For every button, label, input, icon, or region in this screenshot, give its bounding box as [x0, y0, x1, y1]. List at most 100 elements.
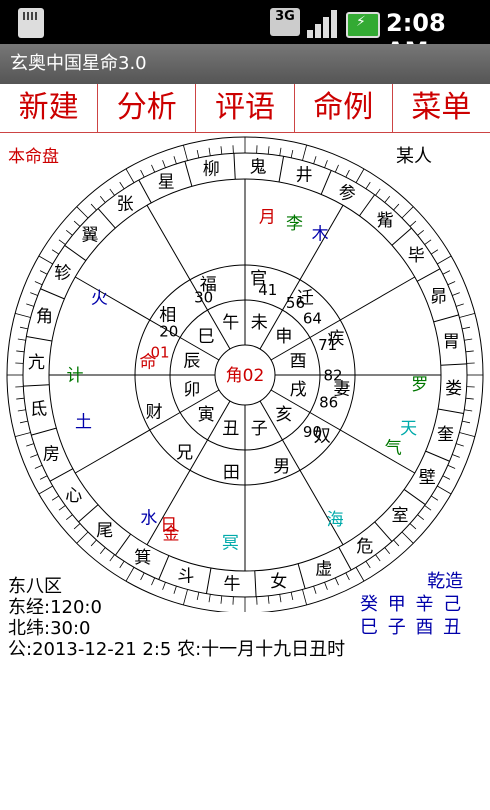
bazi-panel: 乾造 癸 甲 辛 己 巳 子 酉 丑 [360, 570, 463, 639]
mansion-label: 危 [356, 537, 373, 557]
network-3g-icon: 3G [270, 8, 300, 36]
planet-李: 李 [286, 214, 303, 234]
branch-label: 酉 [290, 352, 307, 372]
tick-mark [34, 281, 43, 286]
menu-examples-button[interactable]: 命例 [293, 84, 392, 132]
tick-mark [465, 350, 474, 353]
mansion-divider [97, 208, 116, 229]
latitude: 北纬:30:0 [8, 618, 91, 639]
age-label: 20 [159, 322, 178, 340]
tick-mark [34, 464, 43, 469]
tick-mark [58, 505, 66, 511]
planet-计: 计 [67, 366, 84, 386]
tick-mark [464, 409, 473, 412]
mansion-label: 柳 [203, 160, 220, 180]
tick-mark [16, 397, 25, 400]
mansion-label: 壁 [419, 468, 436, 488]
tick-mark [462, 326, 471, 330]
tick-mark [267, 146, 270, 155]
tick-mark [456, 303, 464, 307]
mansion-label: 参 [339, 184, 356, 204]
tick-mark [290, 149, 294, 158]
tick-mark [76, 531, 89, 544]
tick-mark [459, 313, 475, 318]
menu-comment-button[interactable]: 评语 [195, 84, 293, 132]
tick-mark [375, 188, 381, 196]
tick-mark [26, 303, 34, 307]
tick-mark [66, 514, 73, 521]
mansion-divider [320, 170, 332, 195]
sd-card-icon [18, 8, 44, 38]
branch-label: 子 [251, 419, 268, 439]
tick-mark [452, 454, 460, 458]
planet-木: 木 [312, 225, 329, 245]
center-label: 角02 [226, 366, 265, 386]
mansion-label: 毕 [408, 246, 425, 266]
mansion-divider [433, 314, 459, 323]
palace-label: 兄 [176, 443, 193, 463]
mansion-label: 张 [117, 195, 134, 215]
mansion-divider [49, 468, 74, 482]
palace-label: 财 [146, 403, 163, 423]
battery-icon [346, 12, 380, 38]
person-name: 某人 [396, 146, 432, 167]
astrology-chart[interactable]: 井参觜毕昴胃娄奎壁室危虚女牛斗箕尾心房氐亢角轸翼张星柳 鬼午 未申酉戌亥子丑寅卯辰巳… [0, 132, 490, 612]
tick-mark [51, 495, 60, 501]
mansion-divider [23, 384, 50, 387]
mansion-divider [31, 427, 57, 436]
planet-月: 月 [259, 208, 276, 228]
tick-mark [324, 160, 328, 168]
birth-date: 公:2013-12-21 2:5 农:十一月十九日丑时 [8, 639, 346, 660]
tick-mark [51, 249, 60, 255]
tick-mark [442, 270, 451, 275]
mansion-label: 氐 [30, 400, 47, 420]
tick-mark [465, 397, 474, 400]
tick-mark [409, 523, 417, 530]
mansion-divider [338, 546, 352, 571]
planet-冥: 冥 [222, 533, 239, 553]
age-label: 86 [319, 393, 338, 411]
planet-天: 天 [400, 419, 417, 439]
tick-mark [220, 146, 223, 155]
tick-mark [437, 255, 452, 265]
tick-mark [38, 255, 53, 265]
mansion-divider [391, 227, 412, 246]
tick-mark [73, 523, 81, 530]
menu-new-button[interactable]: 新建 [0, 84, 97, 132]
tick-mark [365, 181, 371, 190]
birth-info: 东八区 东经:120:0 北纬:30:0 公:2013-12-21 2:5 农:… [8, 576, 345, 660]
tick-mark [16, 350, 25, 353]
mansion-divider [184, 161, 193, 187]
mansion-label: 觜 [377, 211, 394, 231]
tick-mark [196, 149, 200, 158]
tick-mark [302, 145, 307, 161]
menu-menu-button[interactable]: 菜单 [391, 84, 490, 132]
mansion-divider [115, 533, 131, 556]
mansion-divider [437, 408, 464, 415]
tick-mark [125, 168, 135, 183]
planet-罗: 罗 [411, 375, 428, 395]
tick-mark [30, 454, 38, 458]
mansion-divider [374, 521, 393, 542]
planet-气: 气 [385, 438, 402, 458]
tick-mark [58, 239, 66, 245]
mansion-label: 心 [65, 486, 82, 506]
tick-mark [17, 338, 26, 341]
tick-mark [447, 464, 456, 469]
tick-mark [409, 220, 417, 227]
tick-mark [393, 203, 400, 211]
mansion-divider [64, 245, 87, 261]
age-label: 30 [194, 289, 213, 307]
mansion-divider [440, 363, 467, 366]
mansion-divider [26, 335, 53, 342]
palace-label: 男 [273, 457, 290, 477]
tick-mark [355, 168, 365, 183]
tick-mark [183, 145, 188, 161]
branch-label: 午 [222, 313, 239, 333]
mansion-label: 室 [391, 506, 408, 526]
tick-mark [279, 147, 282, 156]
branch-label: 丑 [222, 419, 239, 439]
tick-mark [456, 443, 464, 447]
menu-analyze-button[interactable]: 分析 [97, 84, 195, 132]
mansion-label: 房 [43, 445, 60, 465]
